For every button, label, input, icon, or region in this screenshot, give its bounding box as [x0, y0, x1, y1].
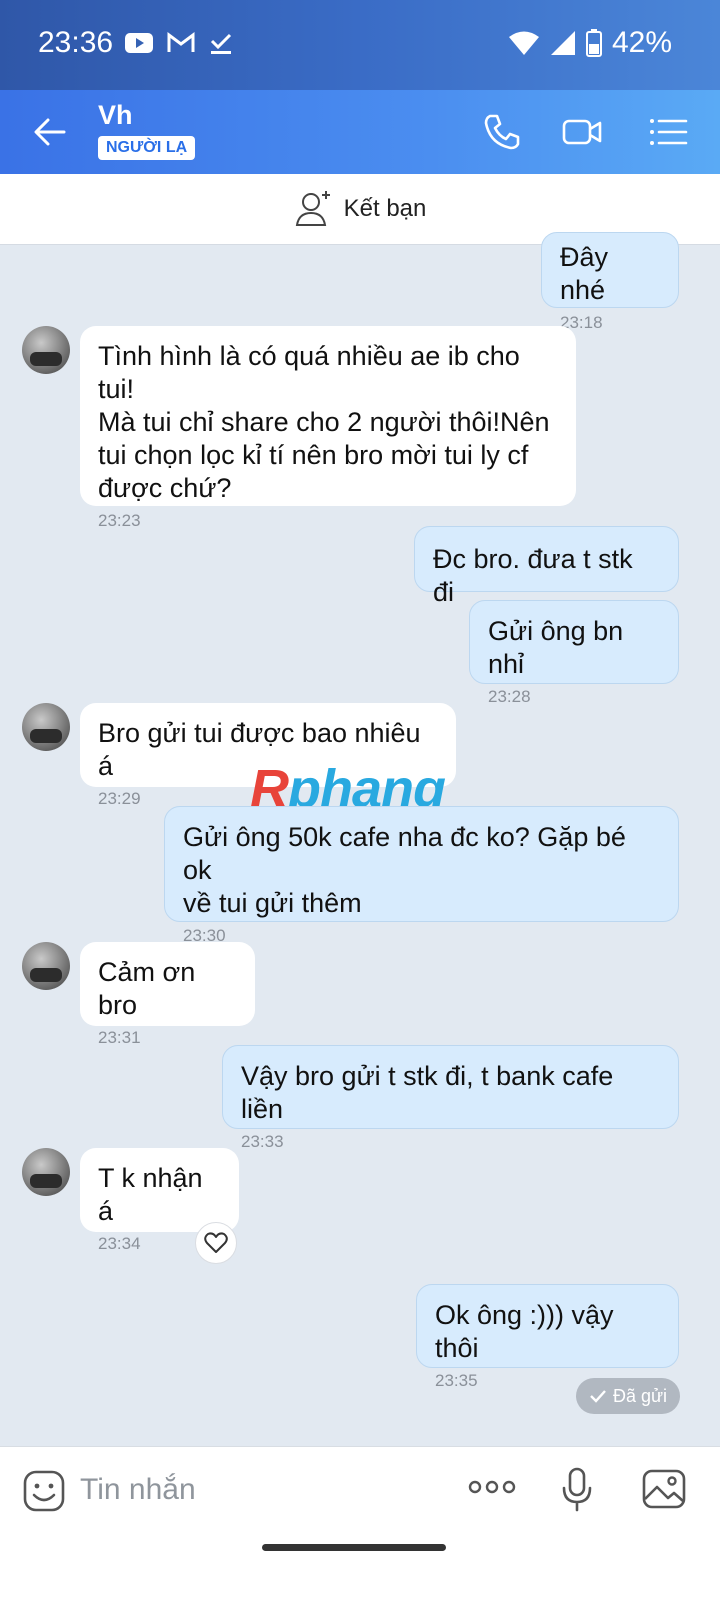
- battery-level: 42%: [611, 26, 672, 59]
- add-friend-icon: [295, 191, 330, 226]
- back-arrow-icon[interactable]: [28, 110, 72, 154]
- message-bubble-out[interactable]: Vậy bro gửi t stk đi, t bank cafe liền 2…: [222, 1045, 679, 1151]
- sticker-emoji-icon[interactable]: [22, 1469, 66, 1513]
- message-text: Cảm ơn bro: [98, 957, 203, 1020]
- check-icon: [210, 33, 232, 54]
- status-bar: 23:36 42%: [0, 0, 720, 90]
- message-time: 23:33: [241, 1132, 284, 1151]
- gmail-icon: [167, 32, 195, 52]
- wifi-icon: [508, 31, 539, 55]
- message-text: Đc bro. đưa t stk đi: [433, 544, 641, 607]
- message-input[interactable]: Tin nhắn: [80, 1473, 196, 1507]
- message-text: T k nhận á: [98, 1163, 211, 1226]
- avatar[interactable]: [22, 1148, 70, 1196]
- sent-status-badge: Đã gửi: [576, 1378, 680, 1414]
- signal-icon: [550, 31, 575, 55]
- message-bubble-out[interactable]: Gửi ông 50k cafe nha đc ko? Gặp bé ok về…: [164, 806, 679, 945]
- microphone-icon[interactable]: [560, 1467, 594, 1513]
- message-bubble-in[interactable]: Cảm ơn bro 23:31: [80, 942, 255, 1047]
- stranger-badge: NGƯỜI LẠ: [98, 136, 196, 160]
- image-gallery-icon[interactable]: [642, 1467, 686, 1511]
- message-time: 23:30: [183, 926, 226, 945]
- message-bubble-out[interactable]: Gửi ông bn nhỉ 23:28: [469, 600, 679, 706]
- message-time: 23:31: [98, 1028, 141, 1047]
- heart-reaction-icon[interactable]: [195, 1222, 237, 1264]
- message-bubble-in[interactable]: Tình hình là có quá nhiều ae ib cho tui!…: [80, 326, 576, 530]
- message-text: Gửi ông 50k cafe nha đc ko? Gặp bé ok về…: [183, 822, 626, 918]
- message-bubble-out[interactable]: Đây nhé 23:18: [541, 232, 679, 332]
- phone-icon[interactable]: [480, 110, 524, 154]
- home-indicator[interactable]: [262, 1544, 446, 1551]
- more-options-icon[interactable]: [468, 1477, 516, 1497]
- avatar[interactable]: [22, 703, 70, 751]
- sent-status-label: Đã gửi: [612, 1385, 668, 1406]
- menu-list-icon[interactable]: [646, 110, 690, 154]
- check-icon: [590, 1390, 606, 1403]
- status-time: 23:36: [38, 26, 114, 59]
- video-call-icon[interactable]: [560, 110, 604, 154]
- message-bubble-out[interactable]: Ok ông :))) vậy thôi 23:35: [416, 1284, 679, 1390]
- avatar[interactable]: [22, 326, 70, 374]
- message-bubble-in[interactable]: T k nhận á 23:34: [80, 1148, 239, 1253]
- message-time: 23:28: [488, 687, 531, 706]
- message-text: Ok ông :))) vậy thôi: [435, 1300, 622, 1363]
- message-text: Gửi ông bn nhỉ: [488, 616, 631, 679]
- message-bubble-out[interactable]: Đc bro. đưa t stk đi: [414, 526, 679, 607]
- add-friend-label: Kết bạn: [343, 195, 427, 222]
- message-time: 23:18: [560, 313, 603, 332]
- message-text: Đây nhé: [560, 242, 616, 305]
- chat-header: Vh NGƯỜI LẠ: [0, 90, 720, 174]
- message-text: Tình hình là có quá nhiều ae ib cho tui!…: [98, 341, 550, 503]
- battery-icon: [585, 29, 602, 57]
- avatar[interactable]: [22, 942, 70, 990]
- youtube-icon: [125, 33, 153, 53]
- message-text: Vậy bro gửi t stk đi, t bank cafe liền: [241, 1061, 621, 1124]
- contact-name[interactable]: Vh: [98, 100, 133, 131]
- message-input-bar: Tin nhắn: [0, 1446, 720, 1601]
